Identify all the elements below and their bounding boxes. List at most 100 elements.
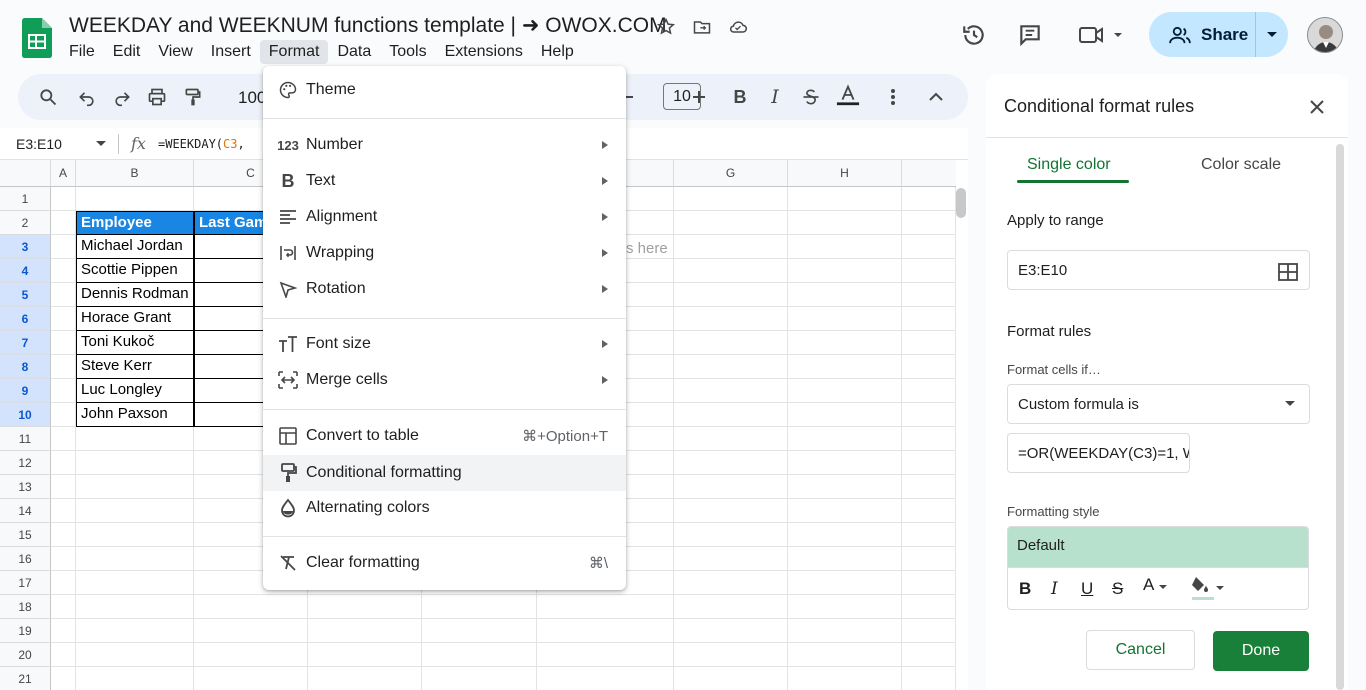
employee-name-cell[interactable]: Steve Kerr [76, 355, 194, 379]
grid-cell[interactable] [902, 667, 956, 690]
employee-name-cell[interactable]: Luc Longley [76, 379, 194, 403]
column-header-b[interactable]: B [76, 160, 194, 187]
grid-cell[interactable] [51, 403, 76, 427]
menu-item-theme[interactable]: Theme [263, 73, 626, 107]
grid-cell[interactable] [76, 547, 194, 571]
grid-cell[interactable] [674, 307, 788, 331]
cancel-button[interactable]: Cancel [1086, 630, 1195, 670]
grid-cell[interactable] [51, 499, 76, 523]
grid-cell[interactable] [788, 451, 902, 475]
row-header[interactable]: 10 [0, 403, 51, 427]
print-icon[interactable] [145, 85, 169, 109]
grid-cell[interactable] [674, 667, 788, 690]
grid-cell[interactable] [674, 643, 788, 667]
employee-name-cell[interactable]: Scottie Pippen [76, 259, 194, 283]
menu-view[interactable]: View [149, 40, 201, 64]
undo-icon[interactable] [75, 85, 99, 109]
tab-color-scale[interactable]: Color scale [1201, 156, 1281, 174]
done-button[interactable]: Done [1213, 631, 1309, 671]
grid-cell[interactable] [76, 499, 194, 523]
grid-cell[interactable] [51, 211, 76, 235]
employee-name-cell[interactable]: Dennis Rodman [76, 283, 194, 307]
grid-cell[interactable] [308, 667, 422, 690]
grid-cell[interactable] [674, 259, 788, 283]
grid-cell[interactable] [194, 595, 308, 619]
formula-input[interactable]: =WEEKDAY(C3, [158, 137, 245, 151]
grid-cell[interactable] [674, 403, 788, 427]
italic-toggle[interactable]: I [1051, 579, 1058, 599]
bold-toggle[interactable]: B [1019, 579, 1031, 599]
cloud-status-icon[interactable] [726, 15, 750, 39]
grid-cell[interactable] [674, 355, 788, 379]
row-header[interactable]: 3 [0, 235, 51, 259]
version-history-icon[interactable] [961, 22, 987, 48]
grid-cell[interactable] [51, 571, 76, 595]
grid-cell[interactable] [674, 499, 788, 523]
row-header[interactable]: 5 [0, 283, 51, 307]
search-menus-icon[interactable] [36, 85, 60, 109]
grid-cell[interactable] [537, 643, 674, 667]
meet-icon[interactable] [1078, 22, 1124, 48]
grid-cell[interactable] [674, 475, 788, 499]
grid-cell[interactable] [902, 427, 956, 451]
grid-cell[interactable] [674, 427, 788, 451]
row-header[interactable]: 20 [0, 643, 51, 667]
grid-cell[interactable] [902, 187, 956, 211]
grid-cell[interactable] [788, 187, 902, 211]
employee-name-cell[interactable]: Horace Grant [76, 307, 194, 331]
grid-cell[interactable] [308, 619, 422, 643]
underline-toggle[interactable]: U [1081, 579, 1093, 599]
row-header[interactable]: 12 [0, 451, 51, 475]
grid-cell[interactable] [788, 331, 902, 355]
grid-cell[interactable] [674, 379, 788, 403]
fill-color-icon[interactable] [1191, 574, 1225, 607]
grid-cell[interactable] [76, 643, 194, 667]
grid-cell[interactable] [51, 427, 76, 451]
grid-cell[interactable] [674, 619, 788, 643]
row-header[interactable]: 6 [0, 307, 51, 331]
grid-cell[interactable] [51, 235, 76, 259]
vertical-scrollbar[interactable] [956, 188, 966, 218]
menu-data[interactable]: Data [328, 40, 380, 64]
row-header[interactable]: 13 [0, 475, 51, 499]
grid-cell[interactable] [674, 235, 788, 259]
employee-name-cell[interactable]: Michael Jordan [76, 235, 194, 259]
grid-cell[interactable] [902, 331, 956, 355]
grid-cell[interactable] [674, 451, 788, 475]
grid-cell[interactable] [51, 619, 76, 643]
grid-cell[interactable] [788, 403, 902, 427]
bold-icon[interactable]: B [728, 85, 752, 109]
close-icon[interactable] [1306, 96, 1328, 118]
grid-cell[interactable] [788, 547, 902, 571]
row-header[interactable]: 2 [0, 211, 51, 235]
paint-format-icon[interactable] [181, 85, 205, 109]
menu-extensions[interactable]: Extensions [436, 40, 532, 64]
grid-cell[interactable] [902, 259, 956, 283]
grid-cell[interactable] [51, 643, 76, 667]
grid-cell[interactable] [537, 667, 674, 690]
grid-cell[interactable] [902, 571, 956, 595]
row-header[interactable]: 16 [0, 547, 51, 571]
row-header[interactable]: 11 [0, 427, 51, 451]
grid-cell[interactable] [788, 211, 902, 235]
row-header[interactable]: 4 [0, 259, 51, 283]
grid-cell[interactable] [902, 595, 956, 619]
grid-cell[interactable] [902, 451, 956, 475]
grid-cell[interactable] [422, 595, 537, 619]
grid-cell[interactable] [788, 619, 902, 643]
menu-help[interactable]: Help [532, 40, 583, 64]
grid-cell[interactable] [422, 619, 537, 643]
grid-cell[interactable] [194, 643, 308, 667]
grid-cell[interactable] [308, 643, 422, 667]
grid-cell[interactable] [902, 283, 956, 307]
employee-name-cell[interactable]: John Paxson [76, 403, 194, 427]
menu-item-convert-to-table[interactable]: Convert to table ⌘+Option+T [263, 419, 626, 453]
grid-cell[interactable] [51, 331, 76, 355]
employee-name-cell[interactable]: Toni Kukoč [76, 331, 194, 355]
menu-item-font-size[interactable]: Font size [263, 327, 626, 361]
grid-cell[interactable] [51, 259, 76, 283]
column-header-a[interactable]: A [51, 160, 76, 187]
grid-cell[interactable] [902, 355, 956, 379]
grid-cell[interactable] [51, 475, 76, 499]
star-icon[interactable] [654, 15, 678, 39]
